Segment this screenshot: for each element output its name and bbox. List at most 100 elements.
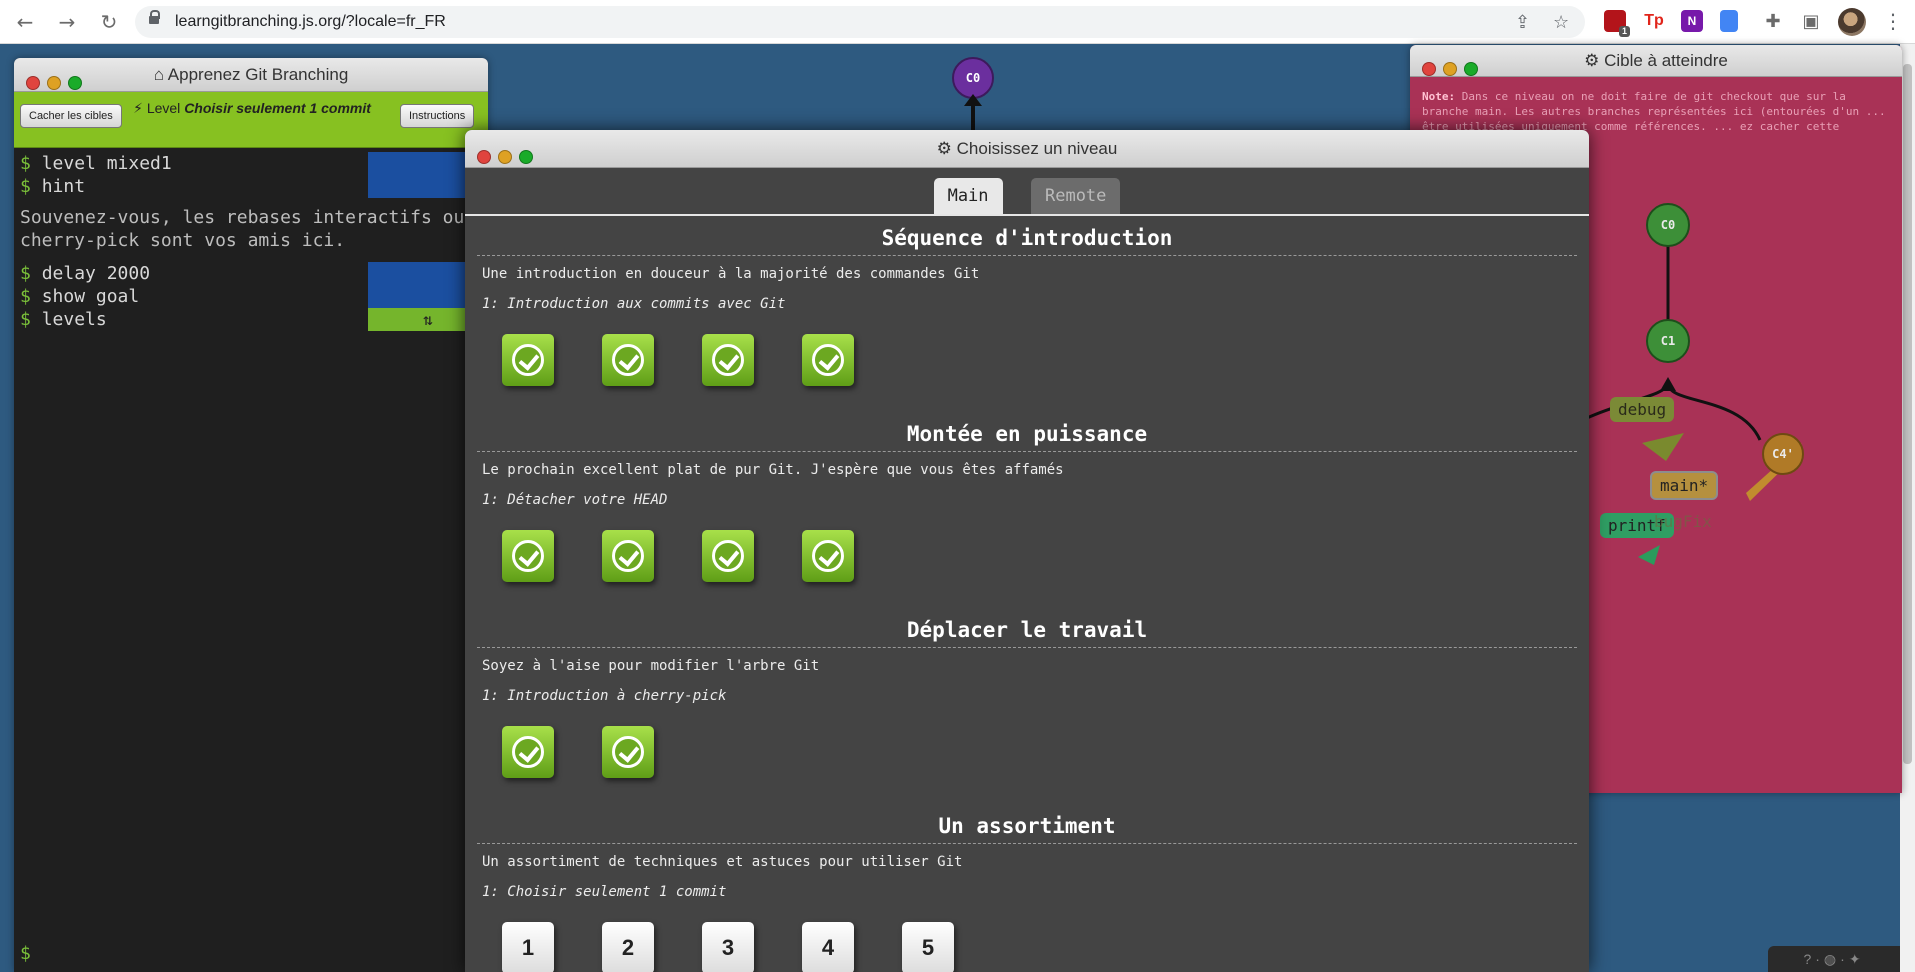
maximize-icon[interactable]	[519, 150, 533, 164]
tab-main[interactable]: Main	[933, 178, 1003, 214]
onenote-extension-icon[interactable]: N	[1681, 10, 1703, 32]
sequence-description: Une introduction en douceur à la majorit…	[482, 266, 980, 282]
sequence-rampup: Montée en puissance Le prochain excellen…	[477, 412, 1577, 608]
main-commit-node: C0	[952, 57, 994, 99]
level-icons: 12345	[477, 914, 1577, 972]
hint-message: Souvenez-vous, les rebases interactifs o…	[20, 207, 465, 251]
level-chooser-titlebar: ⚙ Choisissez un niveau	[465, 130, 1589, 168]
globe-icon[interactable]: ◍	[1824, 951, 1840, 967]
goal-commit-c0: C0	[1646, 203, 1690, 247]
back-icon[interactable]: ←	[12, 9, 38, 35]
sequence-intro: Séquence d'introduction Une introduction…	[477, 216, 1577, 412]
command-row: $ delay 2000	[20, 262, 488, 285]
share-icon[interactable]: ⇪	[1515, 12, 1530, 33]
browser-toolbar: ← → ↻ learngitbranching.js.org/?locale=f…	[0, 0, 1915, 44]
address-bar[interactable]: learngitbranching.js.org/?locale=fr_FR ⇪…	[135, 6, 1585, 38]
terminal-titlebar: ⌂ Apprenez Git Branching	[14, 58, 488, 92]
commit-arrow	[964, 94, 982, 130]
command-row: $ level mixed1	[20, 152, 488, 175]
sequence-title: Déplacer le travail	[477, 608, 1577, 648]
minimize-icon[interactable]	[498, 150, 512, 164]
current-level-name: Choisir seulement 1 commit	[184, 100, 371, 116]
level-complete-button[interactable]	[702, 530, 754, 582]
forward-icon[interactable]: →	[54, 9, 80, 35]
terminal-title: Apprenez Git Branching	[167, 65, 349, 84]
level-complete-button[interactable]	[802, 530, 854, 582]
terminal-window: ⌂ Apprenez Git Branching Cacher les cibl…	[14, 58, 488, 972]
tp-extension-icon[interactable]: Tp	[1643, 10, 1665, 32]
level-complete-button[interactable]	[602, 334, 654, 386]
level-complete-button[interactable]	[502, 530, 554, 582]
gear-icon: ⚙	[936, 139, 952, 158]
instructions-button[interactable]: Instructions	[400, 104, 475, 128]
page-scrollbar[interactable]	[1900, 44, 1915, 972]
bolt-icon: ⚡	[133, 100, 143, 116]
level-button[interactable]: 2	[602, 922, 654, 972]
close-icon[interactable]	[26, 76, 40, 90]
command-row: $ hint	[20, 175, 488, 198]
level-icons	[477, 326, 1577, 412]
check-icon	[512, 344, 544, 376]
level-button[interactable]: 3	[702, 922, 754, 972]
sequence-level-name: 1: Introduction à cherry-pick	[482, 688, 727, 704]
minimize-icon[interactable]	[47, 76, 61, 90]
sequence-description: Soyez à l'aise pour modifier l'arbre Git	[482, 658, 820, 674]
level-complete-button[interactable]	[602, 530, 654, 582]
extension-badge: 1	[1618, 26, 1630, 37]
maximize-icon[interactable]	[68, 76, 82, 90]
twitter-icon[interactable]: ✦	[1849, 951, 1865, 967]
sequence-move: Déplacer le travail Soyez à l'aise pour …	[477, 608, 1577, 804]
bookmark-star-icon[interactable]: ☆	[1553, 12, 1569, 33]
current-level-label: ⚡ Level Choisir seulement 1 commit	[133, 100, 371, 116]
goal-branch-bugfix: bugFix	[1654, 512, 1712, 531]
ublock-extension-icon[interactable]: 1	[1604, 10, 1630, 37]
sequence-level-name: 1: Introduction aux commits avec Git	[482, 296, 786, 312]
command-prompt[interactable]: $	[20, 943, 31, 964]
check-icon	[812, 344, 844, 376]
menu-kebab-icon[interactable]: ⋮	[1883, 10, 1903, 34]
level-complete-button[interactable]	[602, 726, 654, 778]
goal-branch-main: main*	[1650, 471, 1719, 500]
close-icon[interactable]	[477, 150, 491, 164]
level-tabs: Main Remote	[465, 168, 1589, 216]
lock-icon	[149, 10, 160, 27]
level-toolbar: Cacher les cibles ⚡ Level Choisir seulem…	[14, 92, 488, 148]
level-complete-button[interactable]	[502, 334, 554, 386]
level-button[interactable]: 4	[802, 922, 854, 972]
level-complete-button[interactable]	[802, 334, 854, 386]
command-row: $ show goal	[20, 285, 488, 308]
check-icon	[612, 736, 644, 768]
extensions-puzzle-icon[interactable]: ✚	[1760, 9, 1786, 35]
check-icon	[812, 540, 844, 572]
footer-icons: ?·◍·✦	[1768, 946, 1900, 972]
sequence-level-name: 1: Détacher votre HEAD	[482, 492, 668, 508]
tab-remote[interactable]: Remote	[1030, 178, 1121, 214]
check-icon	[512, 540, 544, 572]
reload-icon[interactable]: ↻	[96, 9, 122, 35]
profile-avatar[interactable]	[1838, 8, 1866, 36]
sequence-mixed: Un assortiment Un assortiment de techniq…	[477, 804, 1577, 972]
command-row: $ levels ⇅	[20, 308, 488, 331]
sequence-title: Séquence d'introduction	[477, 216, 1577, 256]
docs-extension-icon[interactable]	[1720, 10, 1738, 32]
level-complete-button[interactable]	[502, 726, 554, 778]
help-icon[interactable]: ?	[1803, 951, 1815, 967]
level-icons	[477, 522, 1577, 608]
level-button[interactable]: 5	[902, 922, 954, 972]
terminal-history: $ level mixed1 $ hint Souvenez-vous, les…	[14, 148, 488, 335]
check-icon	[612, 540, 644, 572]
goal-branch-debug: debug	[1610, 397, 1675, 422]
side-panel-icon[interactable]: ▣	[1798, 9, 1824, 35]
url-text[interactable]: learngitbranching.js.org/?locale=fr_FR	[175, 13, 446, 31]
goal-commit-c4: C4'	[1762, 433, 1804, 475]
sequence-title: Un assortiment	[477, 804, 1577, 844]
level-button[interactable]: 1	[502, 922, 554, 972]
hide-goals-button[interactable]: Cacher les cibles	[20, 104, 122, 128]
sequence-description: Un assortiment de techniques et astuces …	[482, 854, 963, 870]
goal-commit-c1: C1	[1646, 319, 1690, 363]
check-icon	[612, 344, 644, 376]
check-icon	[712, 344, 744, 376]
level-chooser-title: Choisissez un niveau	[956, 139, 1118, 158]
check-icon	[712, 540, 744, 572]
level-complete-button[interactable]	[702, 334, 754, 386]
